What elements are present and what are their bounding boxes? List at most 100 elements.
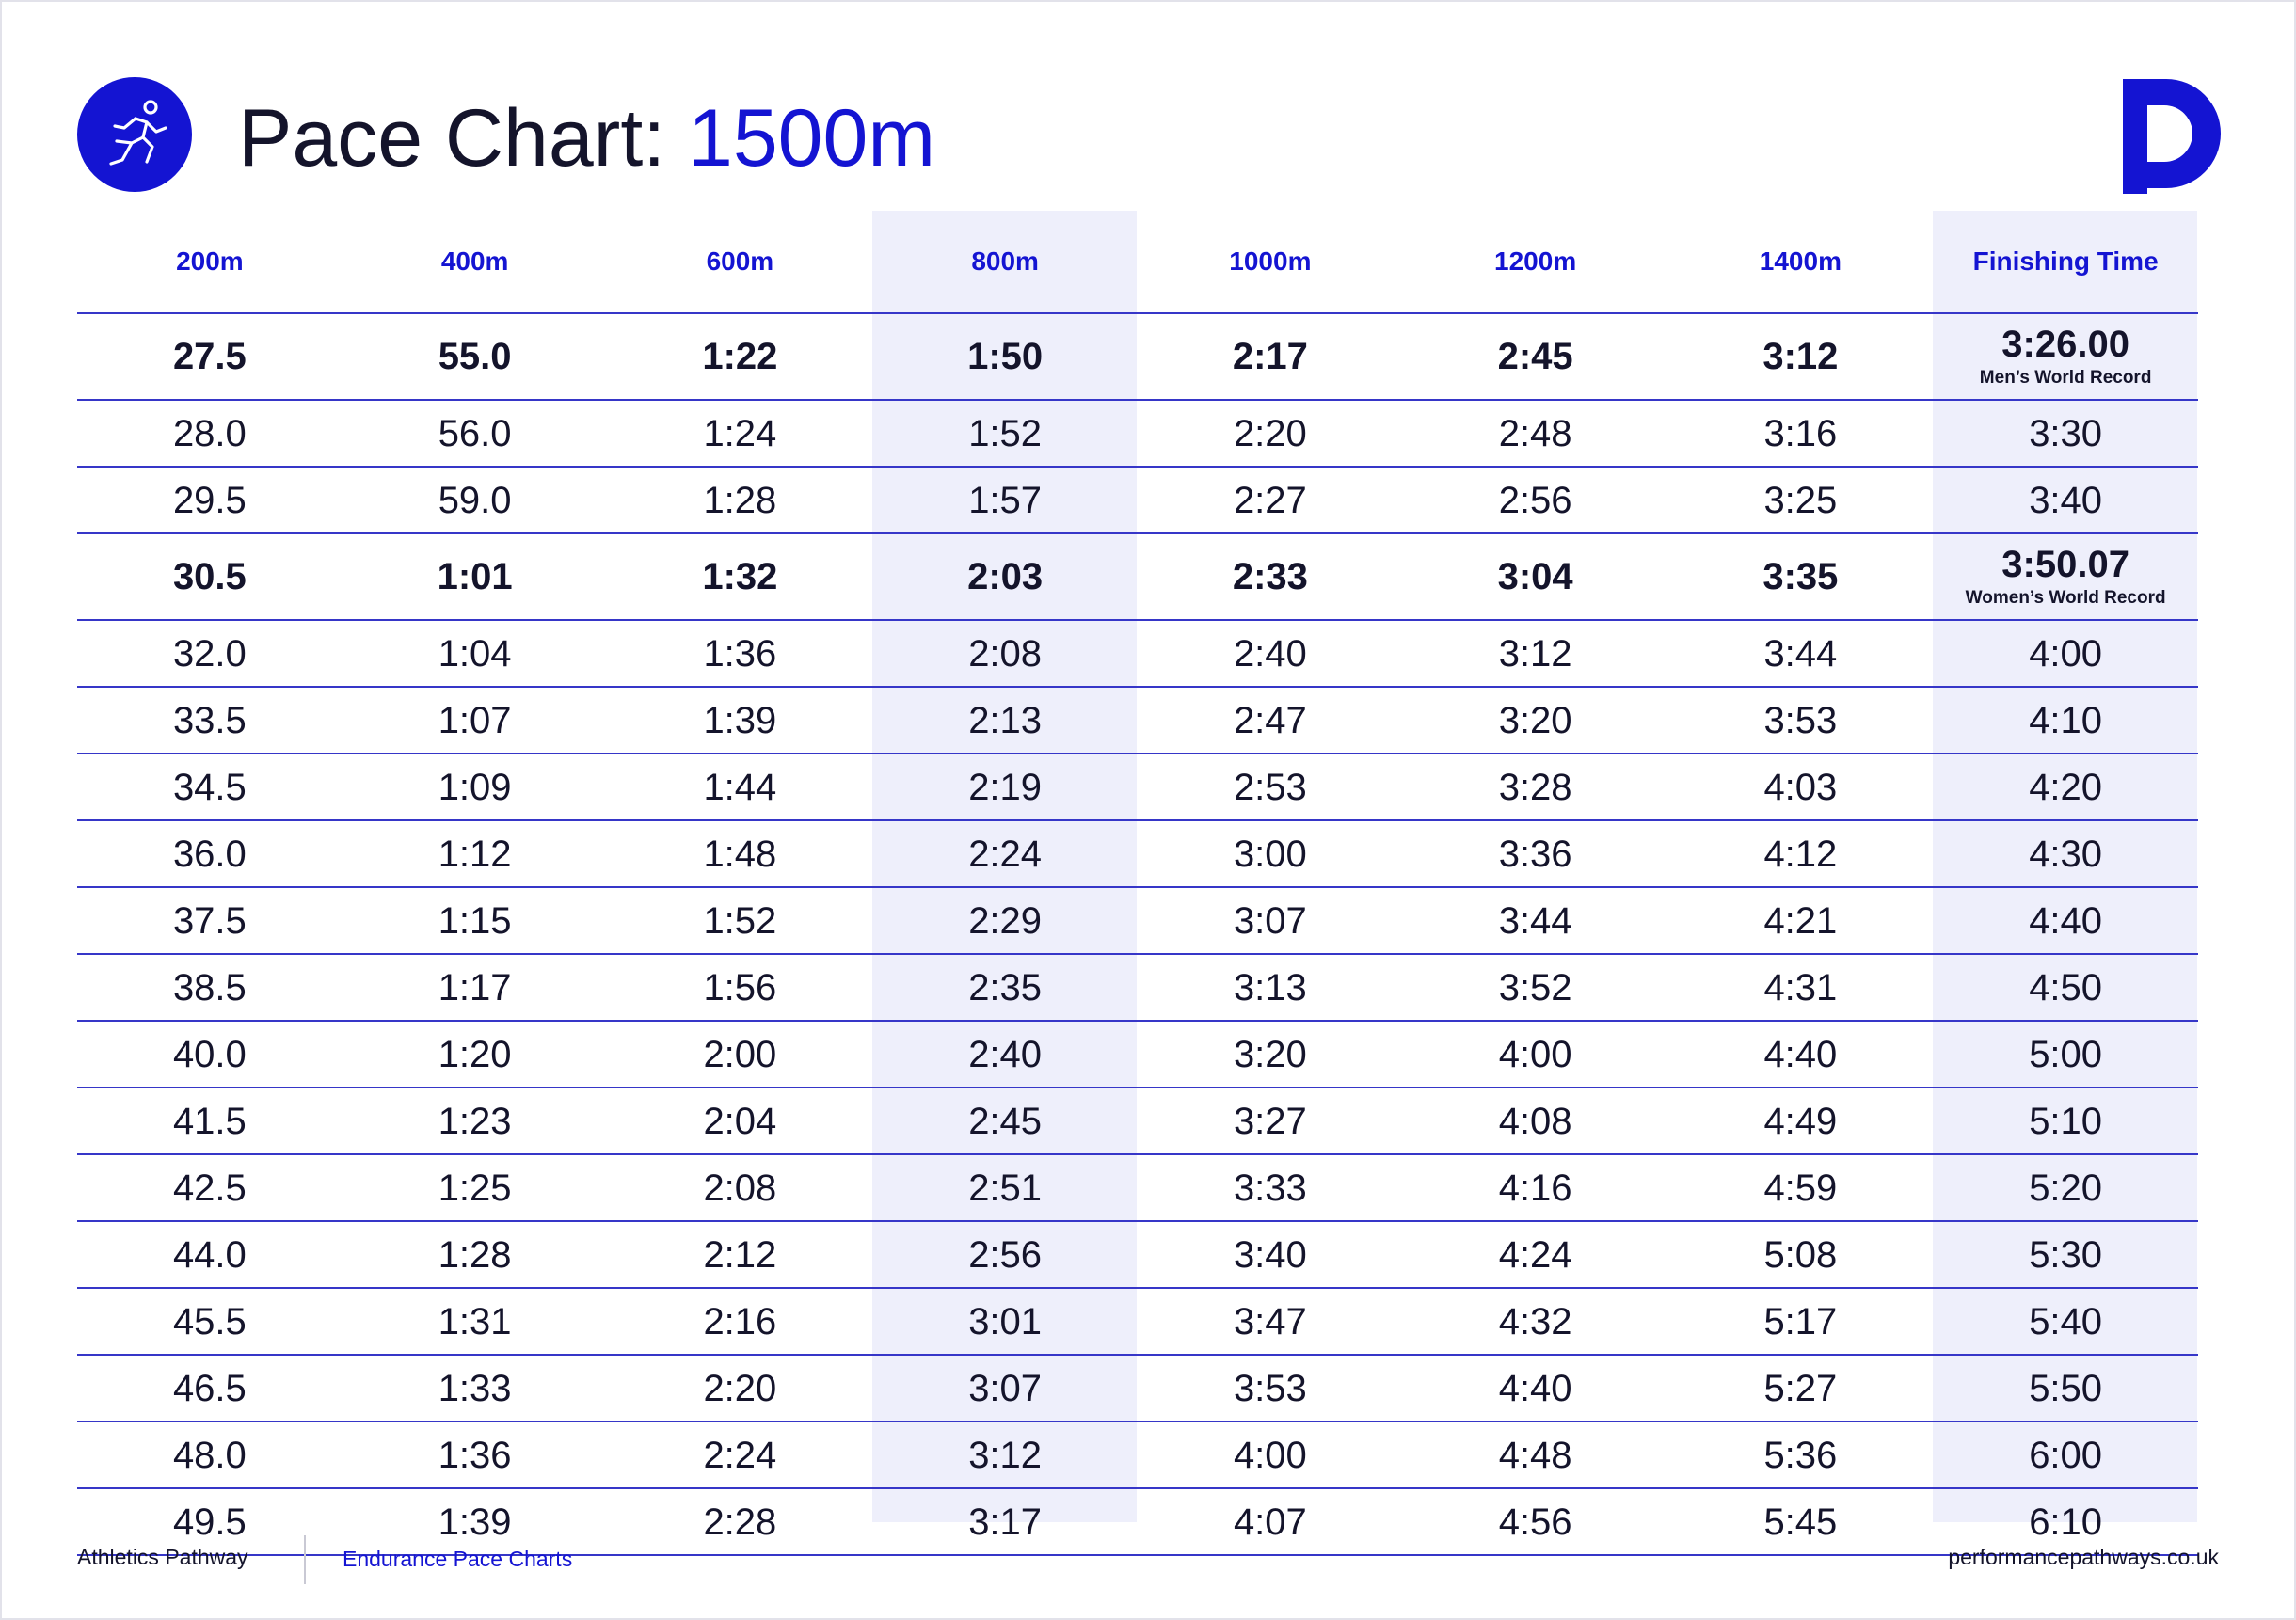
- table-cell: 3:16: [1668, 401, 1934, 466]
- table-cell: 3:07: [1138, 888, 1403, 953]
- split-time: 1:56: [703, 966, 777, 1009]
- split-time: 32.0: [172, 632, 247, 675]
- split-time: 2:47: [1233, 699, 1307, 741]
- split-time: 37.5: [172, 899, 247, 942]
- split-time: 2:08: [968, 632, 1043, 675]
- table-cell: 3:04: [1403, 534, 1668, 619]
- footer-series-link[interactable]: Endurance Pace Charts: [343, 1547, 572, 1572]
- table-row: 34.5 1:09 1:44 2:19 2:53 3:28 4:03 4:20: [77, 754, 2198, 821]
- table-cell: 1:28: [608, 468, 873, 532]
- split-time: 2:45: [1497, 336, 1573, 377]
- finishing-time: 3:30: [2029, 412, 2103, 454]
- finishing-time: 5:50: [2029, 1367, 2103, 1409]
- split-time: 59.0: [438, 479, 512, 521]
- table-cell: 5:10: [1933, 1088, 2198, 1153]
- split-time: 5:36: [1763, 1434, 1838, 1476]
- table-cell: 4:48: [1403, 1422, 1668, 1487]
- table-cell: 1:23: [343, 1088, 608, 1153]
- table-cell: 2:53: [1138, 754, 1403, 819]
- table-cell: 1:09: [343, 754, 608, 819]
- split-time: 3:28: [1498, 766, 1572, 808]
- finishing-time: 5:20: [2029, 1167, 2103, 1209]
- table-cell: 4:00: [1403, 1022, 1668, 1087]
- table-cell: 5:50: [1933, 1356, 2198, 1421]
- split-time: 1:39: [703, 699, 777, 741]
- table-cell: 1:17: [343, 955, 608, 1020]
- split-time: 1:28: [703, 479, 777, 521]
- table-cell: 2:19: [872, 754, 1138, 819]
- table-row: 40.0 1:20 2:00 2:40 3:20 4:00 4:40 5:00: [77, 1022, 2198, 1088]
- footer-divider: [304, 1535, 306, 1584]
- table-cell: 2:48: [1403, 401, 1668, 466]
- table-cell: 55.0: [343, 314, 608, 399]
- finishing-time: 3:50.07: [2001, 544, 2129, 585]
- table-cell: 4:40: [1933, 888, 2198, 953]
- split-time: 4:12: [1763, 833, 1838, 875]
- split-time: 2:53: [1233, 766, 1307, 808]
- table-cell: 1:48: [608, 821, 873, 886]
- table-cell: 4:00: [1138, 1422, 1403, 1487]
- table-cell: 2:16: [608, 1289, 873, 1354]
- table-cell: 37.5: [77, 888, 343, 953]
- table-cell: 1:20: [343, 1022, 608, 1087]
- finishing-time: 5:00: [2029, 1033, 2103, 1075]
- table-cell: 2:35: [872, 955, 1138, 1020]
- table-cell: 4:32: [1403, 1289, 1668, 1354]
- split-time: 38.5: [172, 966, 247, 1009]
- table-cell: 3:12: [1403, 621, 1668, 686]
- table-cell: 36.0: [77, 821, 343, 886]
- split-time: 2:51: [968, 1167, 1043, 1209]
- table-cell: 3:40: [1933, 468, 2198, 532]
- table-cell: 5:08: [1668, 1222, 1934, 1287]
- split-time: 1:24: [703, 412, 777, 454]
- split-time: 1:33: [438, 1367, 512, 1409]
- table-cell: 2:24: [608, 1422, 873, 1487]
- table-cell: 2:40: [1138, 621, 1403, 686]
- table-cell: 29.5: [77, 468, 343, 532]
- split-time: 55.0: [438, 336, 512, 377]
- split-time: 1:22: [702, 336, 778, 377]
- table-cell: 3:30: [1933, 401, 2198, 466]
- table-row: 41.5 1:23 2:04 2:45 3:27 4:08 4:49 5:10: [77, 1088, 2198, 1155]
- finishing-time: 3:26.00: [2001, 324, 2129, 365]
- table-row: 44.0 1:28 2:12 2:56 3:40 4:24 5:08 5:30: [77, 1222, 2198, 1289]
- split-time: 2:03: [967, 556, 1044, 597]
- split-time: 3:04: [1497, 556, 1573, 597]
- table-row: 45.5 1:31 2:16 3:01 3:47 4:32 5:17 5:40: [77, 1289, 2198, 1356]
- finishing-time: 5:40: [2029, 1300, 2103, 1342]
- split-time: 3:12: [1762, 336, 1839, 377]
- split-time: 4:32: [1498, 1300, 1572, 1342]
- table-cell: 27.5: [77, 314, 343, 399]
- split-time: 1:36: [438, 1434, 512, 1476]
- split-time: 4:03: [1763, 766, 1838, 808]
- table-cell: 3:00: [1138, 821, 1403, 886]
- split-time: 1:48: [703, 833, 777, 875]
- split-time: 2:20: [703, 1367, 777, 1409]
- table-row: 33.5 1:07 1:39 2:13 2:47 3:20 3:53 4:10: [77, 688, 2198, 754]
- table-cell: 2:45: [1403, 314, 1668, 399]
- split-time: 1:52: [968, 412, 1043, 454]
- split-time: 2:24: [968, 833, 1043, 875]
- table-cell: 4:03: [1668, 754, 1934, 819]
- table-cell: 2:56: [1403, 468, 1668, 532]
- split-time: 2:13: [968, 699, 1043, 741]
- split-time: 27.5: [172, 336, 247, 377]
- table-row: 46.5 1:33 2:20 3:07 3:53 4:40 5:27 5:50: [77, 1356, 2198, 1422]
- footer-website[interactable]: performancepathways.co.uk: [1948, 1545, 2219, 1570]
- table-cell: 6:00: [1933, 1422, 2198, 1487]
- table-cell: 45.5: [77, 1289, 343, 1354]
- split-time: 2:17: [1232, 336, 1308, 377]
- table-cell: 1:04: [343, 621, 608, 686]
- split-time: 28.0: [172, 412, 247, 454]
- footer-org-name: Athletics Pathway: [77, 1545, 248, 1569]
- column-header: 800m: [971, 246, 1039, 276]
- record-row: 30.5 1:01 1:32 2:03 2:33 3:04 3:35 3:50.07 Women…: [77, 534, 2198, 621]
- table-cell: 1:39: [608, 688, 873, 753]
- table-cell: 4:24: [1403, 1222, 1668, 1287]
- table-cell: 42.5: [77, 1155, 343, 1220]
- table-cell: 1:56: [608, 955, 873, 1020]
- split-time: 45.5: [172, 1300, 247, 1342]
- table-cell: 4:20: [1933, 754, 2198, 819]
- split-time: 1:12: [438, 833, 512, 875]
- split-time: 2:56: [968, 1233, 1043, 1276]
